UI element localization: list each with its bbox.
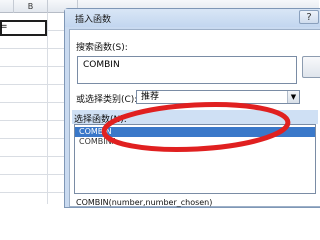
function-signature: COMBIN(number,number_chosen) [76, 198, 213, 207]
column-header-a[interactable] [0, 0, 14, 13]
go-button[interactable] [302, 56, 320, 78]
function-list-header: 选择函数(N): [72, 110, 318, 125]
function-listbox[interactable]: COMBIN COMBINA [74, 124, 316, 194]
function-item-combina[interactable]: COMBINA [75, 137, 315, 147]
dialog-title: 插入函数 [75, 15, 112, 25]
category-select[interactable]: 推荐 ▼ [136, 90, 300, 104]
cell-formula-text: = [0, 22, 8, 32]
function-item-combin[interactable]: COMBIN [75, 127, 315, 137]
category-selected-value: 推荐 [141, 92, 160, 102]
column-header-b[interactable]: B [14, 0, 48, 13]
insert-function-dialog: 插入函数 ? 搜索函数(S): COMBIN 或选择类别(C): 推荐 ▼ 选择… [64, 8, 320, 208]
search-label: 搜索函数(S): [76, 43, 128, 53]
search-input[interactable]: COMBIN [77, 56, 297, 84]
category-label: 或选择类别(C): [76, 95, 138, 105]
help-button[interactable]: ? [299, 10, 319, 24]
chevron-down-icon[interactable]: ▼ [287, 91, 299, 103]
dialog-body: 搜索函数(S): COMBIN 或选择类别(C): 推荐 ▼ 选择函数(N): … [69, 29, 320, 207]
dialog-titlebar[interactable]: 插入函数 ? [65, 9, 320, 27]
